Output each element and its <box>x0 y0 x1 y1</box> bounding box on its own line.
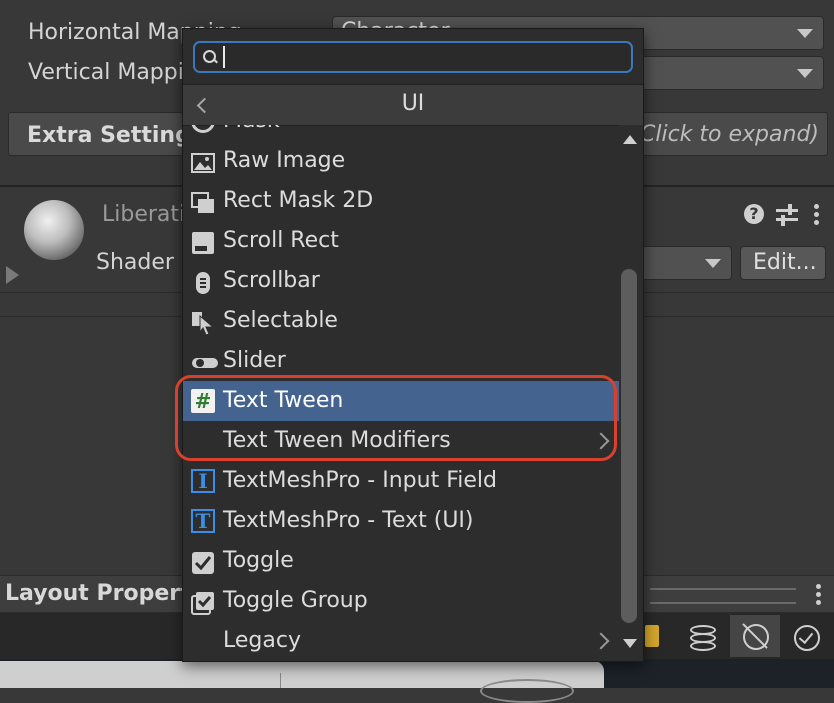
kebab-menu-icon[interactable] <box>814 204 820 226</box>
scroll-rect-icon <box>191 229 215 254</box>
visibility-toggle-icon[interactable] <box>730 615 780 657</box>
list-item[interactable]: Slider <box>183 341 619 381</box>
scroll-up-arrow-icon[interactable] <box>623 135 637 144</box>
selectable-icon <box>191 309 215 336</box>
toggle-group-icon <box>191 589 215 615</box>
list-item-label: Slider <box>223 348 286 373</box>
list-item-label: Text Tween <box>223 388 344 413</box>
list-item-label: Text Tween Modifiers <box>223 428 451 453</box>
list-item[interactable]: Mask <box>183 125 619 141</box>
text-caret <box>223 46 225 68</box>
chevron-down-icon <box>705 259 721 268</box>
help-icon[interactable]: ? <box>744 204 764 224</box>
extra-settings-hint: (Click to expand) <box>631 122 819 147</box>
list-item-label: Toggle <box>223 548 294 573</box>
mask-icon <box>191 125 215 133</box>
list-item[interactable]: Rect Mask 2D <box>183 181 619 221</box>
material-thumbnail <box>24 200 84 260</box>
component-list: Mask Raw Image Rect Mask 2D Scroll Rect <box>183 125 619 661</box>
list-item[interactable]: Toggle <box>183 541 619 581</box>
scroll-thumb[interactable] <box>621 269 637 623</box>
list-item-label: Selectable <box>223 308 338 333</box>
drag-handle[interactable] <box>650 588 796 604</box>
list-item-label: Raw Image <box>223 148 346 173</box>
extra-settings-label: Extra Settings <box>27 123 204 148</box>
rect-mask-icon <box>191 189 215 213</box>
add-component-popup: UI Mask Raw Image Rect Mask 2D Scroll Re… <box>182 28 644 662</box>
scroll-down-arrow-icon[interactable] <box>623 639 637 648</box>
layers-icon[interactable] <box>688 623 716 651</box>
chevron-right-icon <box>592 432 610 450</box>
list-item-label: TextMeshPro - Text (UI) <box>223 508 474 533</box>
list-item[interactable]: Selectable <box>183 301 619 341</box>
tmp-input-icon: I <box>191 469 215 493</box>
list-item-label: Toggle Group <box>223 588 368 613</box>
edit-button-label: Edit... <box>753 250 817 275</box>
list-item[interactable]: Scroll Rect <box>183 221 619 261</box>
list-item[interactable]: Raw Image <box>183 141 619 181</box>
kebab-menu-icon[interactable] <box>816 584 822 605</box>
list-item-label: Rect Mask 2D <box>223 188 374 213</box>
presets-icon[interactable] <box>776 204 798 226</box>
list-item-selected[interactable]: # Text Tween <box>183 381 619 421</box>
list-item-label: Scrollbar <box>223 268 320 293</box>
scene-strip <box>0 659 834 703</box>
list-item[interactable]: Toggle Group <box>183 581 619 621</box>
list-item-submenu[interactable]: Text Tween Modifiers <box>183 421 619 461</box>
shader-dropdown[interactable] <box>630 246 732 280</box>
script-hash-icon: # <box>191 389 215 413</box>
toggle-icon <box>191 549 215 574</box>
slider-icon <box>191 349 218 373</box>
checkmark-icon[interactable] <box>794 625 820 651</box>
raw-image-icon <box>191 149 215 173</box>
list-item-label: Mask <box>223 125 280 141</box>
popup-header: UI <box>183 84 643 126</box>
list-item-submenu[interactable]: Legacy <box>183 621 619 661</box>
list-item[interactable]: Scrollbar <box>183 261 619 301</box>
scene-icon[interactable] <box>645 625 659 647</box>
search-field[interactable] <box>193 41 633 73</box>
list-item-label: TextMeshPro - Input Field <box>223 468 497 493</box>
list-item[interactable]: T TextMeshPro - Text (UI) <box>183 501 619 541</box>
list-item[interactable]: I TextMeshPro - Input Field <box>183 461 619 501</box>
list-item-label: Legacy <box>223 628 301 653</box>
chevron-right-icon <box>592 632 610 650</box>
expand-arrow-icon[interactable] <box>6 266 19 284</box>
tmp-text-icon: T <box>191 509 215 533</box>
scrollbar-icon <box>191 269 215 294</box>
list-item-label: Scroll Rect <box>223 228 339 253</box>
edit-button[interactable]: Edit... <box>740 246 826 280</box>
chevron-down-icon <box>797 69 813 78</box>
chevron-down-icon <box>797 29 813 38</box>
shader-label: Shader <box>96 250 174 275</box>
popup-title: UI <box>401 91 425 116</box>
